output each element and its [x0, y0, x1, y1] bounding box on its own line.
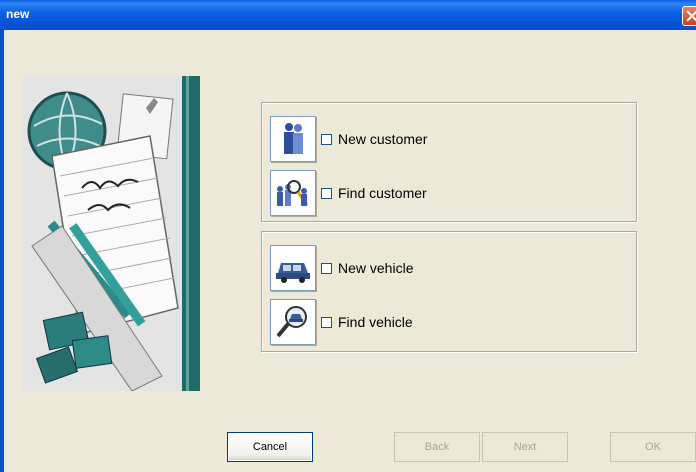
next-button[interactable]: Next	[482, 432, 568, 462]
new-vehicle-label: New vehicle	[338, 260, 414, 276]
window-title: new	[6, 7, 30, 21]
find-customer-button[interactable]	[270, 170, 316, 216]
find-customer-label: Find customer	[338, 185, 427, 201]
wizard-window: new New customer Find customer New vehic…	[0, 0, 696, 472]
new-customer-checkbox[interactable]	[321, 134, 332, 145]
new-vehicle-button[interactable]	[270, 245, 316, 291]
find-vehicle-label: Find vehicle	[338, 314, 413, 330]
new-customer-label: New customer	[338, 131, 428, 147]
close-icon[interactable]	[682, 6, 696, 26]
find-vehicle-icon	[276, 306, 307, 338]
back-button[interactable]: Back	[394, 432, 480, 462]
customer-icon	[284, 123, 303, 154]
ok-button[interactable]: OK	[610, 432, 696, 462]
find-vehicle-checkbox[interactable]	[321, 317, 332, 328]
new-vehicle-checkbox[interactable]	[321, 263, 332, 274]
find-customer-checkbox[interactable]	[321, 188, 332, 199]
new-customer-button[interactable]	[270, 116, 316, 162]
car-icon	[276, 263, 310, 283]
title-bar[interactable]: new	[0, 0, 696, 30]
find-vehicle-button[interactable]	[270, 299, 316, 345]
customer-group	[261, 102, 637, 222]
notebook-illustration-icon	[22, 76, 200, 391]
wizard-illustration	[22, 76, 200, 391]
find-customer-icon	[277, 180, 309, 206]
cancel-button[interactable]: Cancel	[227, 432, 313, 462]
vehicle-group	[261, 231, 637, 352]
window-frame	[0, 30, 4, 472]
